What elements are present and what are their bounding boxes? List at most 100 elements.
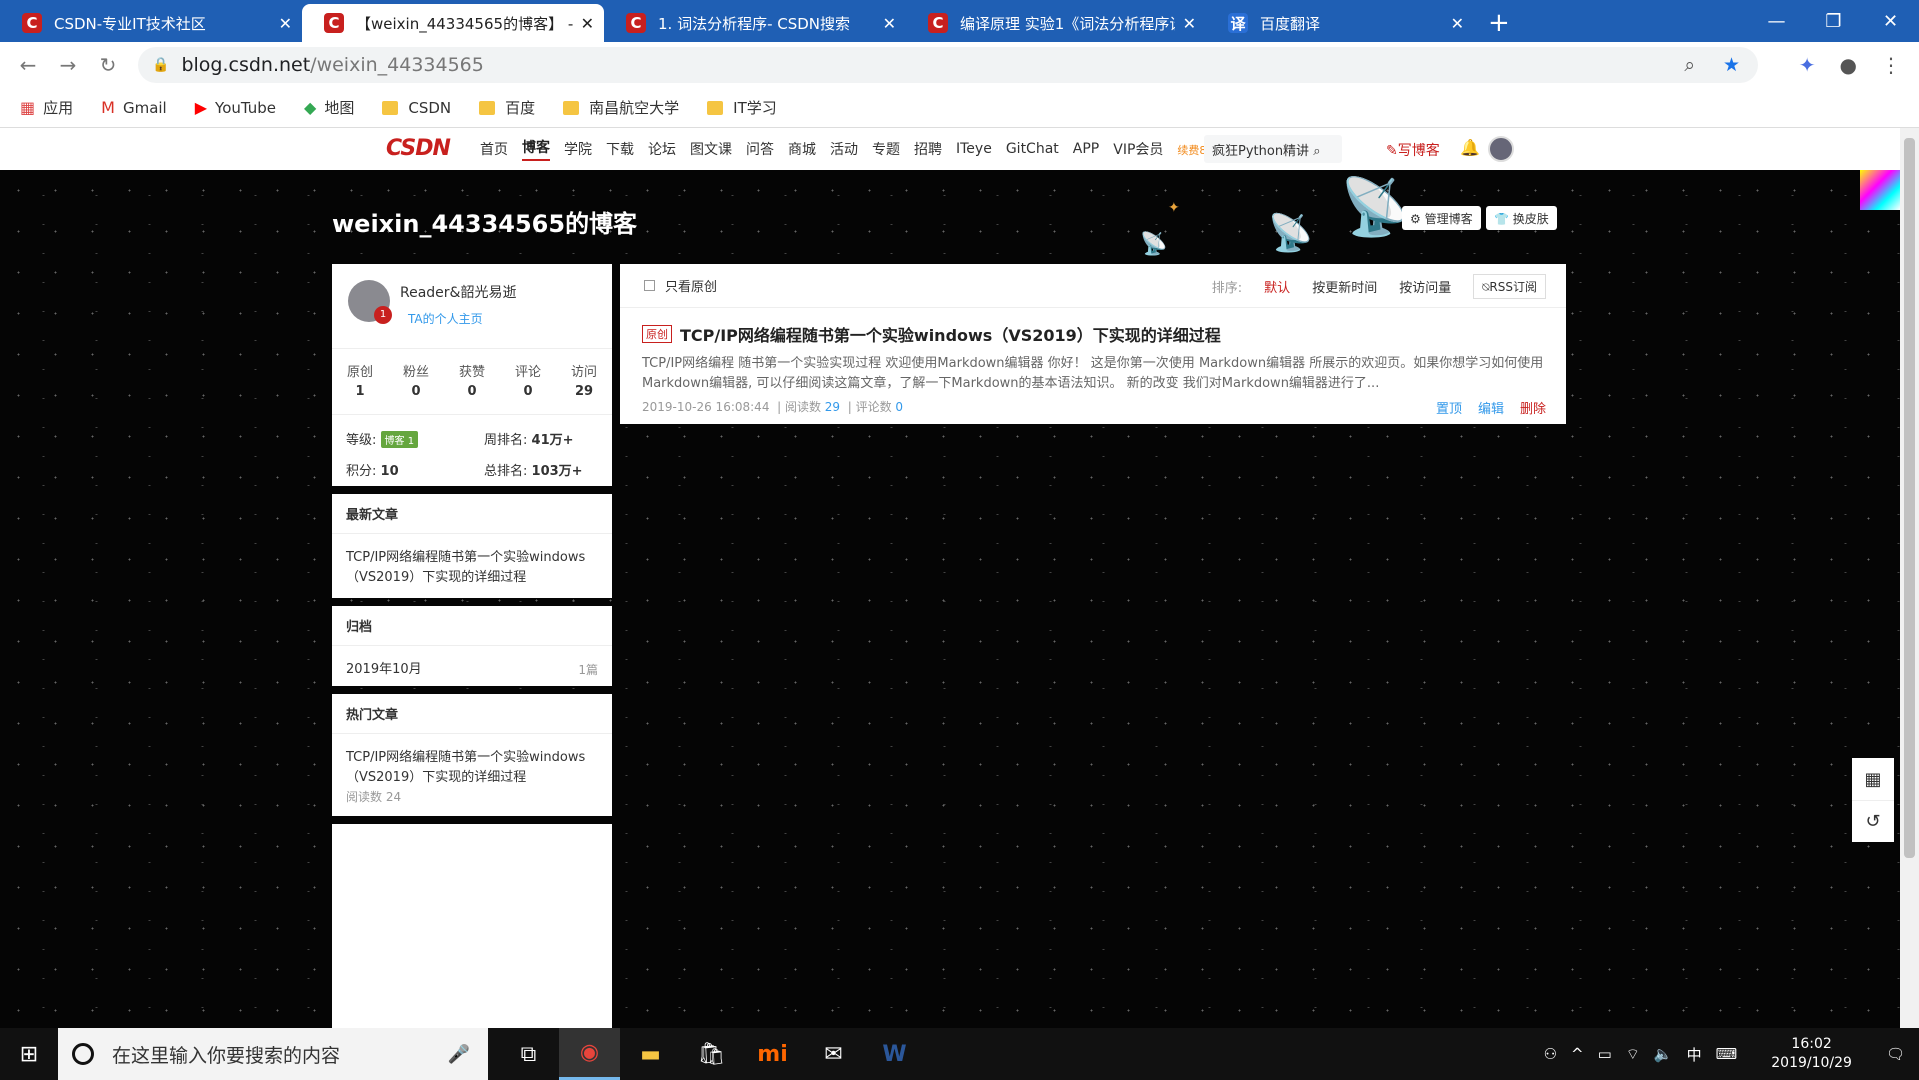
windows-taskbar: ⊞ 在这里输入你要搜索的内容 🎤 ⧉ ◉ ▬ 🛍 mi ✉ W ⚇ ^ ▭ ⌔ 🔈…: [0, 1028, 1919, 1080]
extension-icon[interactable]: ✦: [1799, 53, 1816, 77]
bookmark-csdn[interactable]: CSDN: [382, 99, 451, 117]
bell-icon[interactable]: 🔔: [1460, 138, 1480, 157]
nav-item[interactable]: GitChat: [1006, 141, 1059, 157]
hot-article-link[interactable]: TCP/IP网络编程随书第一个实验windows（VS2019）下实现的详细过程: [332, 734, 612, 788]
avatar[interactable]: [1488, 136, 1514, 162]
nav-item[interactable]: 学院: [564, 139, 592, 159]
nav-item[interactable]: ITeye: [956, 141, 992, 157]
volume-icon[interactable]: 🔈: [1654, 1045, 1673, 1063]
archive-month-link[interactable]: 2019年10月 1篇: [332, 646, 612, 694]
chrome-icon[interactable]: ◉: [559, 1028, 620, 1080]
bookmark-maps[interactable]: ◆ 地图: [304, 97, 354, 118]
microphone-icon[interactable]: 🎤: [448, 1044, 470, 1065]
scrollbar-thumb[interactable]: [1904, 138, 1915, 858]
store-icon[interactable]: 🛍: [681, 1028, 742, 1080]
tab-compiler[interactable]: C 编译原理 实验1《词法分析程序设 ✕: [906, 4, 1206, 42]
close-icon[interactable]: ✕: [581, 14, 594, 33]
word-icon[interactable]: W: [864, 1028, 925, 1080]
sort-default[interactable]: 默认: [1264, 277, 1290, 296]
windows-start-icon[interactable]: ⊞: [0, 1028, 58, 1080]
close-icon[interactable]: ✕: [883, 14, 896, 33]
notification-icon[interactable]: 🗨: [1886, 1045, 1905, 1063]
zoom-icon[interactable]: ⌕: [1684, 54, 1695, 76]
stat-fans: 粉丝 0: [402, 365, 429, 399]
file-explorer-icon[interactable]: ▬: [620, 1028, 681, 1080]
bookmark-baidu[interactable]: 百度: [479, 97, 535, 118]
sort-updated[interactable]: 按更新时间: [1312, 277, 1377, 296]
nav-item[interactable]: 招聘: [914, 139, 942, 159]
tab-blog[interactable]: C 【weixin_44334565的博客】 - C ✕: [302, 4, 604, 42]
csdn-search-input[interactable]: 疯狂Python精讲 ⌕: [1204, 135, 1342, 163]
tab-search[interactable]: C 1. 词法分析程序- CSDN搜索 ✕: [604, 4, 906, 42]
rss-button[interactable]: ⍉RSS订阅: [1473, 274, 1546, 299]
maps-icon: ◆: [304, 98, 317, 117]
blog-page: weixin_44334565的博客 📡 📡 📡 ✦ ⚙ 管理博客 👕 换皮肤 …: [0, 170, 1900, 1028]
window-controls: — ❐ ✕: [1748, 0, 1919, 42]
delete-button[interactable]: 删除: [1520, 398, 1546, 417]
article-title[interactable]: 原创 TCP/IP网络编程随书第一个实验windows（VS2019）下实现的详细…: [642, 322, 1546, 346]
mi-icon[interactable]: mi: [742, 1028, 803, 1080]
reload-icon[interactable]: ↻: [88, 53, 128, 77]
menu-icon[interactable]: ⋮: [1881, 53, 1901, 77]
back-icon[interactable]: ←: [8, 53, 48, 77]
new-tab-button[interactable]: +: [1488, 4, 1510, 42]
battery-icon[interactable]: ▭: [1598, 1045, 1612, 1063]
forward-icon[interactable]: →: [48, 53, 88, 77]
nav-item[interactable]: APP: [1073, 141, 1099, 157]
people-icon[interactable]: ⚇: [1544, 1045, 1557, 1063]
csdn-header: CSDN 首页 博客 学院 下载 论坛 图文课 问答 商城 活动 专题 招聘 I…: [0, 128, 1900, 170]
bookmark-ncu[interactable]: 南昌航空大学: [563, 97, 679, 118]
qrcode-icon[interactable]: ▦: [1852, 758, 1894, 800]
nav-item-blog[interactable]: 博客: [522, 137, 550, 161]
sort-views[interactable]: 按访问量: [1399, 277, 1451, 296]
url-field[interactable]: 🔒 blog.csdn.net/weixin_44334565 ⌕ ★: [138, 47, 1758, 83]
bookmark-apps[interactable]: ▦ 应用: [20, 97, 73, 118]
profile-icon[interactable]: ●: [1840, 53, 1857, 77]
nav-item[interactable]: 论坛: [648, 139, 676, 159]
edit-button[interactable]: 编辑: [1478, 398, 1504, 417]
color-palette-icon[interactable]: [1860, 170, 1900, 210]
keyboard-icon[interactable]: ⌨: [1716, 1045, 1738, 1063]
scrollbar[interactable]: [1900, 128, 1919, 1028]
lock-icon: 🔒: [152, 57, 170, 73]
bookmark-youtube[interactable]: ▶ YouTube: [195, 98, 276, 117]
search-icon[interactable]: ⌕: [1313, 144, 1320, 159]
bookmark-gmail[interactable]: M Gmail: [101, 98, 167, 117]
only-original-checkbox[interactable]: [644, 280, 655, 291]
ime-indicator[interactable]: 中: [1687, 1044, 1702, 1065]
tab-csdn-home[interactable]: C CSDN-专业IT技术社区 ✕: [0, 4, 302, 42]
clock[interactable]: 16:02 2019/10/29: [1771, 1035, 1852, 1073]
minimize-icon[interactable]: —: [1748, 0, 1805, 42]
nav-item[interactable]: 活动: [830, 139, 858, 159]
nav-item[interactable]: 下载: [606, 139, 634, 159]
folder-icon: [707, 100, 724, 115]
feedback-icon[interactable]: ↺: [1852, 800, 1894, 842]
manage-blog-button[interactable]: ⚙ 管理博客: [1402, 206, 1481, 230]
pin-top-button[interactable]: 置顶: [1436, 398, 1462, 417]
latest-article-link[interactable]: TCP/IP网络编程随书第一个实验windows（VS2019）下实现的详细过程: [332, 534, 612, 602]
change-skin-button[interactable]: 👕 换皮肤: [1486, 206, 1557, 230]
tab-baidu-translate[interactable]: 译百度翻译 ✕: [1206, 4, 1474, 42]
close-window-icon[interactable]: ✕: [1862, 0, 1919, 42]
youtube-icon: ▶: [194, 98, 208, 117]
close-icon[interactable]: ✕: [1183, 14, 1196, 33]
system-tray: ⚇ ^ ▭ ⌔ 🔈 中 ⌨ 16:02 2019/10/29 🗨: [1544, 1028, 1919, 1080]
wifi-icon[interactable]: ⌔: [1626, 1045, 1640, 1064]
close-icon[interactable]: ✕: [279, 14, 292, 33]
close-icon[interactable]: ✕: [1451, 14, 1464, 33]
bookmark-it[interactable]: IT学习: [707, 97, 777, 118]
nav-item[interactable]: 首页: [480, 139, 508, 159]
nav-item[interactable]: 商城: [788, 139, 816, 159]
nav-item[interactable]: 问答: [746, 139, 774, 159]
mail-icon[interactable]: ✉: [803, 1028, 864, 1080]
nav-item[interactable]: 图文课: [690, 139, 732, 159]
task-view-icon[interactable]: ⧉: [498, 1028, 559, 1080]
nav-item[interactable]: 专题: [872, 139, 900, 159]
taskbar-search-input[interactable]: 在这里输入你要搜索的内容 🎤: [58, 1028, 488, 1080]
write-blog-button[interactable]: ✎写博客: [1386, 140, 1440, 160]
bookmark-star-icon[interactable]: ★: [1723, 54, 1740, 76]
restore-icon[interactable]: ❐: [1805, 0, 1862, 42]
chevron-up-icon[interactable]: ^: [1571, 1045, 1584, 1063]
profile-home-link[interactable]: TA的个人主页: [408, 310, 483, 327]
csdn-logo[interactable]: CSDN: [386, 136, 451, 161]
